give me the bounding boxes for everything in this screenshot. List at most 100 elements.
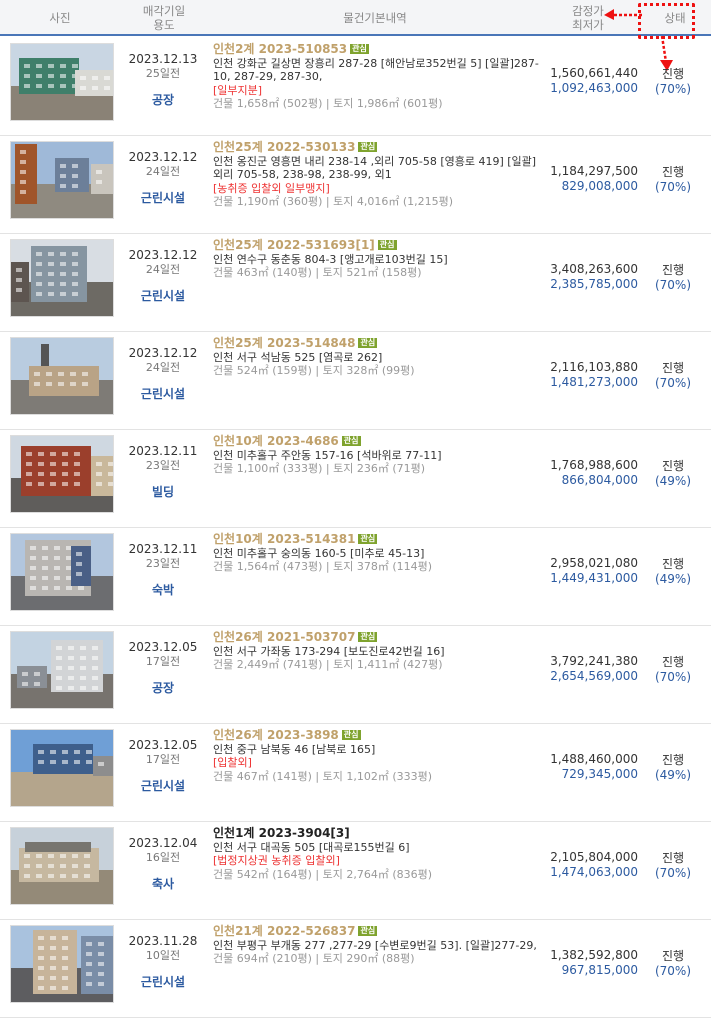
price-cell: 1,184,297,500 829,008,000 bbox=[538, 164, 638, 194]
auction-row[interactable]: 2023.12.13 25일전 공장 인천2계 2023-510853 관심 인천… bbox=[0, 38, 711, 136]
case-number-line[interactable]: 인천10계 2023-514381 관심 bbox=[213, 532, 543, 547]
appraisal-price: 3,792,241,380 bbox=[550, 654, 638, 668]
area-summary: 건물 694㎡ (210평) | 토지 290㎡ (88평) bbox=[213, 952, 415, 965]
case-number-line[interactable]: 인천26계 2021-503707 관심 bbox=[213, 630, 543, 645]
case-number[interactable]: 인천25계 2022-530133 bbox=[213, 140, 355, 154]
days-remaining: 23일전 bbox=[145, 459, 181, 472]
usage-type: 근린시설 bbox=[140, 387, 186, 401]
status-text: 진행 bbox=[661, 753, 685, 767]
case-number-line[interactable]: 인천10계 2023-4686 관심 bbox=[213, 434, 543, 449]
status-cell: 진행 (70%) bbox=[640, 949, 706, 979]
minimum-rate: (70%) bbox=[654, 866, 692, 880]
minimum-price: 1,474,063,000 bbox=[550, 865, 638, 879]
case-number-line[interactable]: 인천25계 2022-530133 관심 bbox=[213, 140, 543, 155]
minimum-price: 729,345,000 bbox=[561, 767, 638, 781]
annotation-arrow-left-icon bbox=[604, 9, 642, 20]
auction-row[interactable]: 2023.11.28 10일전 근린시설 인천21계 2022-526837 관심… bbox=[0, 920, 711, 1018]
minimum-rate: (70%) bbox=[654, 82, 692, 96]
property-info-cell: 인천2계 2023-510853 관심 인천 강화군 길상면 장흥리 287-28… bbox=[213, 42, 543, 111]
case-number[interactable]: 인천10계 2023-514381 bbox=[213, 532, 355, 546]
property-photo[interactable] bbox=[10, 239, 114, 317]
case-number[interactable]: 인천26계 2021-503707 bbox=[213, 630, 355, 644]
minimum-rate: (70%) bbox=[654, 180, 692, 194]
status-text: 진행 bbox=[661, 361, 685, 375]
property-photo[interactable] bbox=[10, 435, 114, 513]
special-conditions: [입찰외] bbox=[213, 756, 252, 769]
interest-badge: 관심 bbox=[358, 142, 378, 152]
case-number-line[interactable]: 인천25계 2023-514848 관심 bbox=[213, 336, 543, 351]
case-number-line[interactable]: 인천2계 2023-510853 관심 bbox=[213, 42, 543, 57]
status-cell: 진행 (70%) bbox=[640, 361, 706, 391]
price-cell: 3,408,263,600 2,385,785,000 bbox=[538, 262, 638, 292]
case-number[interactable]: 인천25계 2023-514848 bbox=[213, 336, 355, 350]
property-photo[interactable] bbox=[10, 729, 114, 807]
property-photo[interactable] bbox=[10, 827, 114, 905]
case-number[interactable]: 인천10계 2023-4686 bbox=[213, 434, 339, 448]
auction-row[interactable]: 2023.12.11 23일전 숙박 인천10계 2023-514381 관심 인… bbox=[0, 528, 711, 626]
case-number-line[interactable]: 인천26계 2023-3898 관심 bbox=[213, 728, 543, 743]
minimum-rate: (49%) bbox=[654, 474, 692, 488]
minimum-price: 1,481,273,000 bbox=[550, 375, 638, 389]
area-summary: 건물 1,100㎡ (333평) | 토지 236㎡ (71평) bbox=[213, 462, 426, 475]
case-number-line[interactable]: 인천1계 2023-3904[3] bbox=[213, 826, 543, 841]
property-photo[interactable] bbox=[10, 533, 114, 611]
auction-row[interactable]: 2023.12.12 24일전 근린시설 인천25계 2022-530133 관심… bbox=[0, 136, 711, 234]
property-address: 인천 미추홀구 숭의동 160-5 [미추로 45-13] bbox=[213, 546, 425, 560]
auction-row[interactable]: 2023.12.05 17일전 근린시설 인천26계 2023-3898 관심 인… bbox=[0, 724, 711, 822]
status-cell: 진행 (49%) bbox=[640, 459, 706, 489]
header-date: 매각기일 bbox=[142, 4, 186, 18]
property-photo[interactable] bbox=[10, 43, 114, 121]
auction-row[interactable]: 2023.12.05 17일전 공장 인천26계 2021-503707 관심 인… bbox=[0, 626, 711, 724]
case-number[interactable]: 인천1계 2023-3904[3] bbox=[213, 826, 350, 840]
case-number[interactable]: 인천26계 2023-3898 bbox=[213, 728, 339, 742]
appraisal-price: 2,116,103,880 bbox=[550, 360, 638, 374]
header-date-usage[interactable]: 매각기일 용도 bbox=[120, 4, 208, 32]
auction-row[interactable]: 2023.12.04 16일전 축사 인천1계 2023-3904[3] 인천 … bbox=[0, 822, 711, 920]
status-text: 진행 bbox=[661, 851, 685, 865]
interest-badge: 관심 bbox=[358, 338, 378, 348]
price-cell: 1,488,460,000 729,345,000 bbox=[538, 752, 638, 782]
minimum-rate: (70%) bbox=[654, 278, 692, 292]
case-number[interactable]: 인천25계 2022-531693[1] bbox=[213, 238, 375, 252]
property-photo[interactable] bbox=[10, 337, 114, 415]
date-usage-cell: 2023.12.12 24일전 근린시설 bbox=[118, 150, 208, 205]
auction-date: 2023.12.04 bbox=[128, 836, 198, 850]
days-remaining: 25일전 bbox=[145, 67, 181, 80]
minimum-rate: (70%) bbox=[654, 964, 692, 978]
minimum-rate: (70%) bbox=[654, 376, 692, 390]
appraisal-price: 1,768,988,600 bbox=[550, 458, 638, 472]
price-cell: 2,958,021,080 1,449,431,000 bbox=[538, 556, 638, 586]
minimum-price: 1,092,463,000 bbox=[550, 81, 638, 95]
case-number-line[interactable]: 인천25계 2022-531693[1] 관심 bbox=[213, 238, 543, 253]
date-usage-cell: 2023.11.28 10일전 근린시설 bbox=[118, 934, 208, 989]
property-address: 인천 강화군 길상면 장흥리 287-28 [해안남로352번길 5] [일괄]… bbox=[213, 56, 539, 84]
auction-row[interactable]: 2023.12.12 24일전 근린시설 인천25계 2022-531693[1… bbox=[0, 234, 711, 332]
property-photo[interactable] bbox=[10, 141, 114, 219]
price-cell: 3,792,241,380 2,654,569,000 bbox=[538, 654, 638, 684]
usage-type: 근린시설 bbox=[140, 289, 186, 303]
case-number-line[interactable]: 인천21계 2022-526837 관심 bbox=[213, 924, 543, 939]
area-summary: 건물 2,449㎡ (741평) | 토지 1,411㎡ (427평) bbox=[213, 658, 443, 671]
case-number[interactable]: 인천2계 2023-510853 bbox=[213, 42, 347, 56]
status-text: 진행 bbox=[661, 263, 685, 277]
case-number[interactable]: 인천21계 2022-526837 bbox=[213, 924, 355, 938]
status-text: 진행 bbox=[661, 67, 685, 81]
property-address: 인천 서구 가좌동 173-294 [보도진로42번길 16] bbox=[213, 644, 445, 658]
auction-date: 2023.12.12 bbox=[128, 346, 198, 360]
interest-badge: 관심 bbox=[341, 730, 361, 740]
header-photo: 사진 bbox=[49, 11, 71, 25]
property-address: 인천 부평구 부개동 277 ,277-29 [수변로9번길 53]. [일괄]… bbox=[213, 938, 537, 952]
auction-row[interactable]: 2023.12.12 24일전 근린시설 인천25계 2023-514848 관심… bbox=[0, 332, 711, 430]
appraisal-price: 1,560,661,440 bbox=[550, 66, 638, 80]
property-photo[interactable] bbox=[10, 631, 114, 709]
special-conditions: [일부지분] bbox=[213, 83, 263, 97]
auction-list: 2023.12.13 25일전 공장 인천2계 2023-510853 관심 인천… bbox=[0, 38, 711, 1018]
auction-row[interactable]: 2023.12.11 23일전 빌딩 인천10계 2023-4686 관심 인천 … bbox=[0, 430, 711, 528]
date-usage-cell: 2023.12.05 17일전 근린시설 bbox=[118, 738, 208, 793]
status-text: 진행 bbox=[661, 949, 685, 963]
status-cell: 진행 (70%) bbox=[640, 67, 706, 97]
header-minimum: 최저가 bbox=[572, 18, 604, 32]
header-usage: 용도 bbox=[153, 18, 175, 32]
property-photo[interactable] bbox=[10, 925, 114, 1003]
auction-date: 2023.12.12 bbox=[128, 150, 198, 164]
